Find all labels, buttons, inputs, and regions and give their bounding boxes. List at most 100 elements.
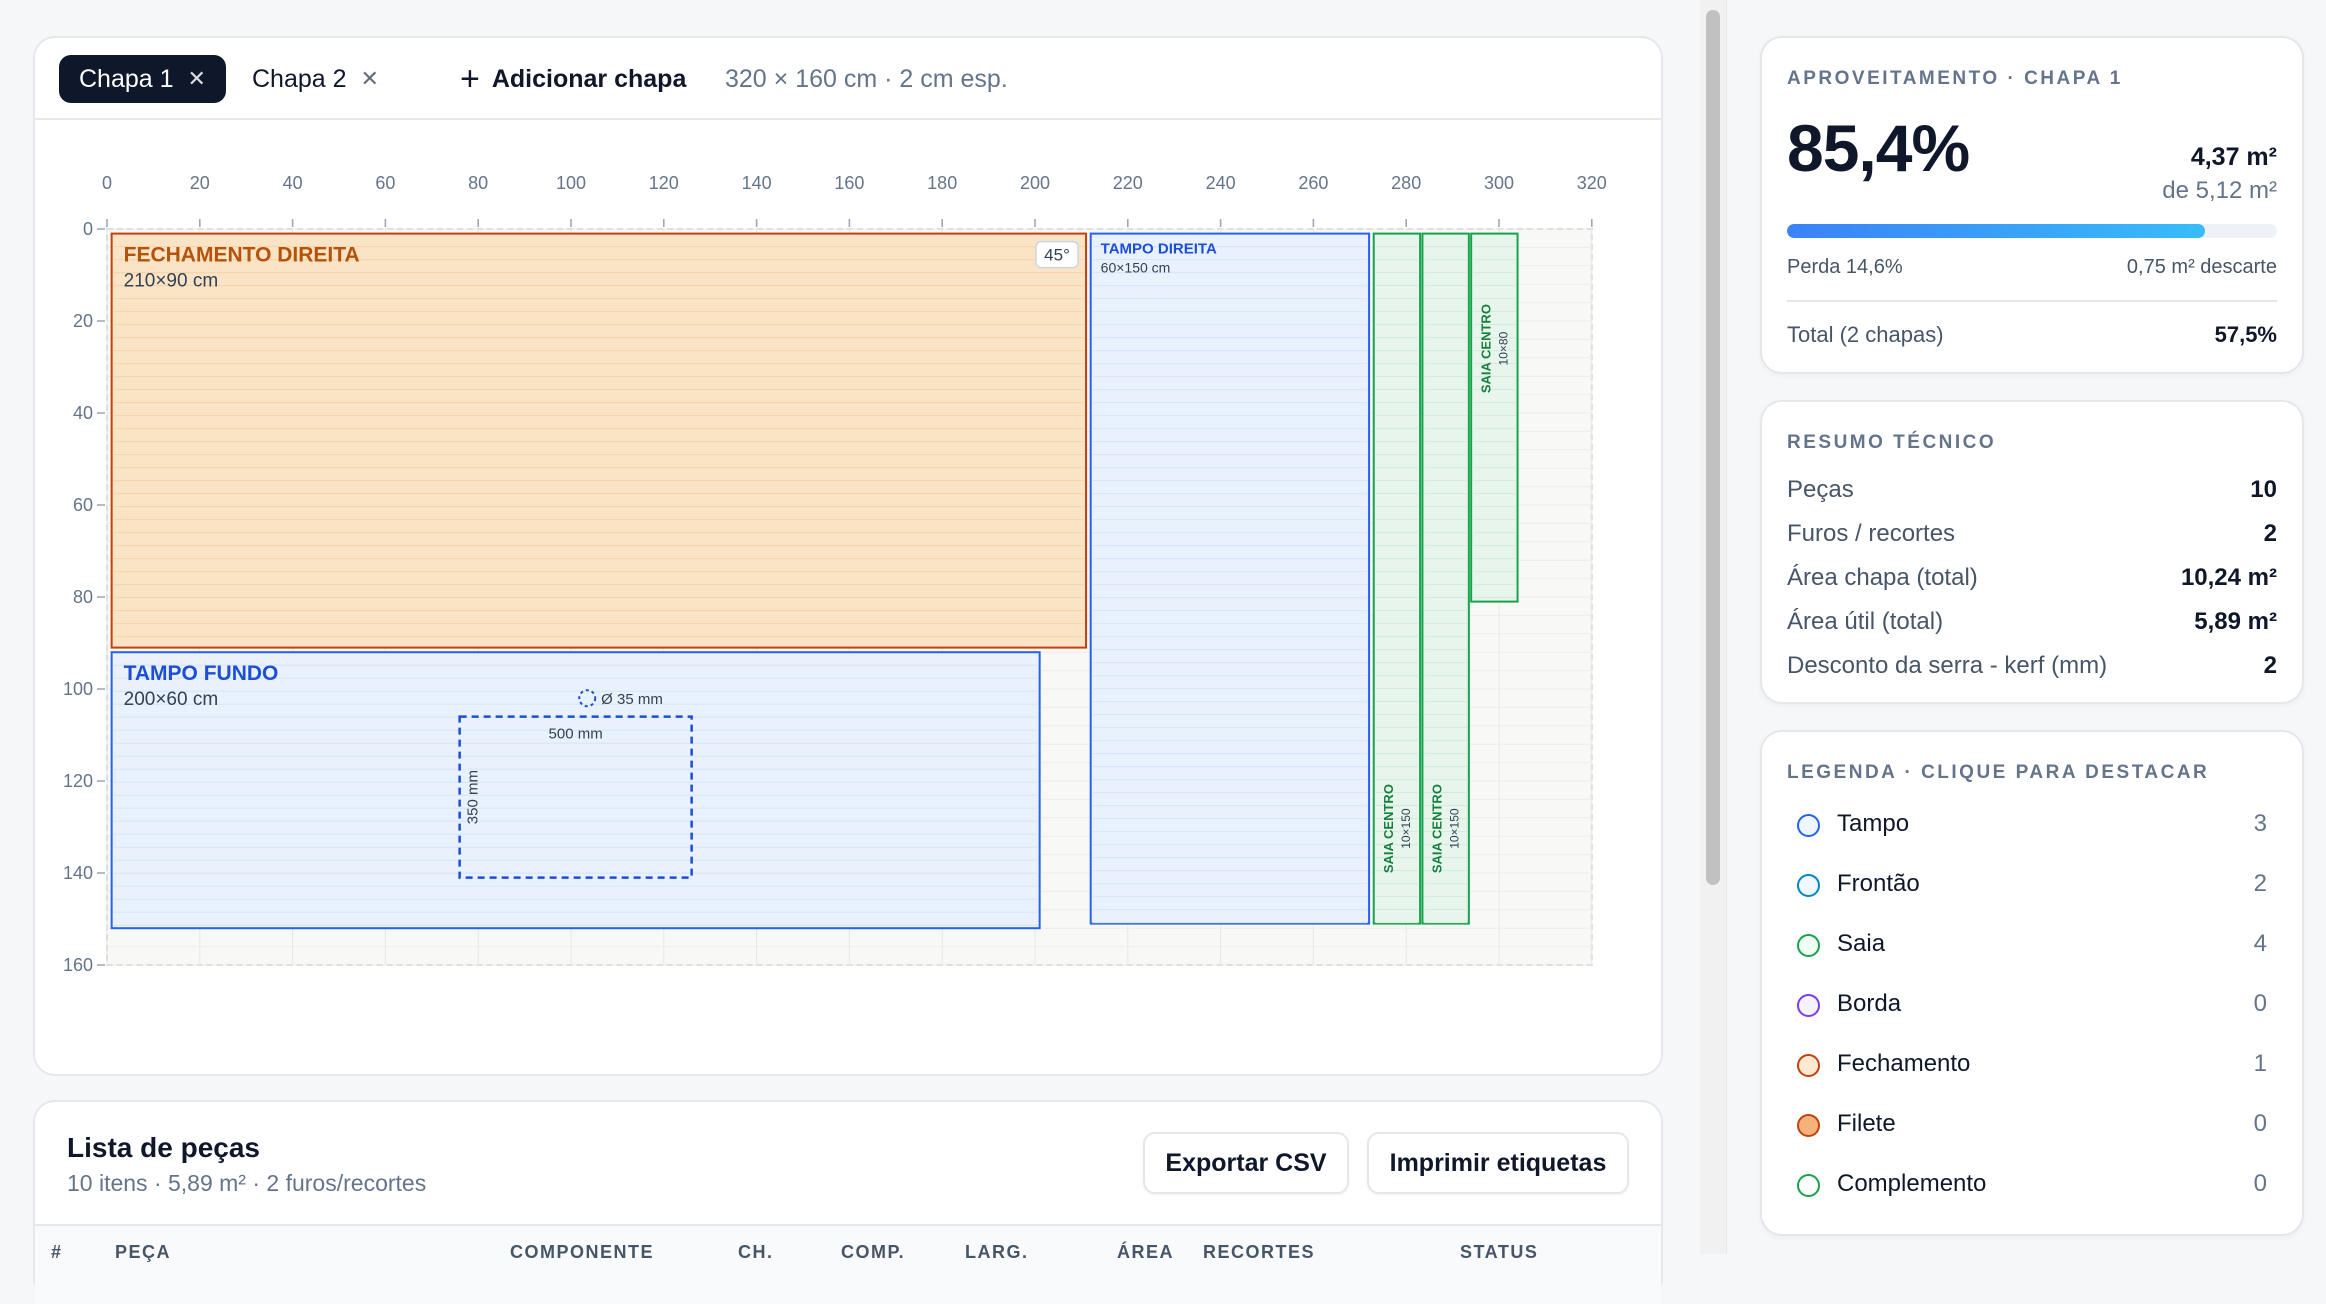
- summary-row: Área chapa (total) 10,24 m²: [1787, 564, 2277, 604]
- export-csv-button[interactable]: Exportar CSV: [1143, 1132, 1349, 1194]
- piece-name: TAMPO FUNDO: [124, 662, 279, 685]
- legend-item-frontão[interactable]: Frontão 2: [1797, 870, 2267, 910]
- usage-percent: 85,4%: [1787, 111, 1970, 185]
- summary-value: 2: [2263, 652, 2277, 679]
- legend-label: Saia: [1837, 930, 1886, 957]
- legend-item-fechamento[interactable]: Fechamento 1: [1797, 1050, 2267, 1090]
- summary-panel: RESUMO TÉCNICO Peças 10 Furos / recortes 2…: [1760, 400, 2304, 704]
- summary-label: Área chapa (total): [1787, 564, 1978, 591]
- y-tick-label: 140: [63, 863, 93, 883]
- piece-name: SAIA CENTRO: [1430, 784, 1445, 873]
- col-header[interactable]: CH.: [738, 1242, 774, 1263]
- col-header[interactable]: LARG.: [965, 1242, 1029, 1263]
- print-labels-button[interactable]: Imprimir etiquetas: [1367, 1132, 1629, 1194]
- y-tick-label: 60: [73, 495, 93, 515]
- piece-name: TAMPO DIREITA: [1101, 241, 1217, 258]
- legend-label: Borda: [1837, 990, 1902, 1017]
- col-header[interactable]: #: [51, 1242, 63, 1263]
- legend-count: 0: [2253, 1110, 2267, 1137]
- legend-item-borda[interactable]: Borda 0: [1797, 990, 2267, 1030]
- loss-text: Perda 14,6%: [1787, 256, 1903, 278]
- legend-item-filete[interactable]: Filete 0: [1797, 1110, 2267, 1150]
- x-tick-label: 40: [283, 173, 303, 193]
- x-tick-label: 180: [927, 173, 957, 193]
- col-header[interactable]: COMP.: [841, 1242, 905, 1263]
- summary-row: Desconto da serra - kerf (mm) 2: [1787, 652, 2277, 692]
- y-tick-label: 20: [73, 311, 93, 331]
- legend-count: 4: [2253, 930, 2267, 957]
- col-header[interactable]: ÁREA: [1117, 1242, 1174, 1263]
- tab-chapa-2[interactable]: Chapa 2 ✕: [232, 55, 399, 103]
- tab-label: Chapa 2: [252, 64, 347, 93]
- close-icon[interactable]: ✕: [188, 66, 206, 92]
- legend-count: 2: [2253, 870, 2267, 897]
- parts-list-card: Lista de peças 10 itens · 5,89 m² · 2 fu…: [33, 1100, 1663, 1304]
- area-total: de 5,12 m²: [2162, 177, 2277, 204]
- col-header[interactable]: PEÇA: [115, 1242, 171, 1263]
- legend-swatch: [1797, 934, 1820, 957]
- x-tick-label: 160: [834, 173, 864, 193]
- col-header[interactable]: STATUS: [1460, 1242, 1538, 1263]
- cutout-width-label: 500 mm: [549, 726, 603, 743]
- piece-5[interactable]: [1470, 232, 1519, 603]
- summary-row: Peças 10: [1787, 476, 2277, 516]
- summary-row: Furos / recortes 2: [1787, 520, 2277, 560]
- cutout-height-label: 350 mm: [465, 770, 482, 824]
- legend-count: 3: [2253, 810, 2267, 837]
- col-header[interactable]: COMPONENTE: [510, 1242, 654, 1263]
- x-tick-label: 60: [375, 173, 395, 193]
- piece-dims: 10×150: [1399, 808, 1413, 849]
- add-sheet-label: Adicionar chapa: [491, 64, 687, 93]
- y-tick-label: 100: [63, 679, 93, 699]
- legend-label: Fechamento: [1837, 1050, 1971, 1077]
- angle-badge-text: 45°: [1044, 246, 1070, 265]
- close-icon[interactable]: ✕: [361, 66, 379, 92]
- y-tick-label: 120: [63, 771, 93, 791]
- legend-swatch: [1797, 1114, 1820, 1137]
- x-tick-label: 20: [190, 173, 210, 193]
- summary-value: 10: [2250, 476, 2277, 503]
- piece-dims: 10×80: [1496, 331, 1510, 365]
- summary-value: 10,24 m²: [2180, 564, 2277, 591]
- x-tick-label: 240: [1206, 173, 1236, 193]
- sheet-meta: 320 × 160 cm · 2 cm esp.: [725, 65, 1008, 93]
- parts-list-subtitle: 10 itens · 5,89 m² · 2 furos/recortes: [67, 1170, 427, 1196]
- total-label: Total (2 chapas): [1787, 322, 1944, 347]
- legend-swatch: [1797, 814, 1820, 837]
- x-tick-label: 80: [468, 173, 488, 193]
- divider: [1787, 300, 2277, 302]
- legend-swatch: [1797, 1054, 1820, 1077]
- piece-0[interactable]: [110, 232, 1088, 649]
- piece-name: FECHAMENTO DIREITA: [124, 244, 360, 267]
- scrollbar[interactable]: [1700, 0, 1726, 1254]
- cutting-board[interactable]: 0 20 40 60 80 100 120 140 160 180 200 220 240 260 280 3…: [35, 122, 1661, 1002]
- piece-1[interactable]: [110, 651, 1041, 930]
- parts-list-title: Lista de peças: [67, 1132, 260, 1163]
- x-tick-label: 280: [1391, 173, 1421, 193]
- summary-row: Área útil (total) 5,89 m²: [1787, 608, 2277, 648]
- piece-dims: 10×150: [1448, 808, 1462, 849]
- x-tick-label: 120: [649, 173, 679, 193]
- usage-bar: [1787, 224, 2277, 238]
- legend-swatch: [1797, 994, 1820, 1017]
- col-header[interactable]: RECORTES: [1203, 1242, 1315, 1263]
- legend-item-tampo[interactable]: Tampo 3: [1797, 810, 2267, 850]
- x-tick-label: 320: [1577, 173, 1607, 193]
- discard-text: 0,75 m² descarte: [2126, 256, 2277, 278]
- x-tick-label: 220: [1113, 173, 1143, 193]
- legend-item-saia[interactable]: Saia 4: [1797, 930, 2267, 970]
- parts-table-header: # PEÇA COMPONENTE CH. COMP. LARG. ÁREA R…: [35, 1224, 1661, 1304]
- legend-panel: LEGENDA · CLIQUE PARA DESTACAR Tampo 3 Fro…: [1760, 730, 2304, 1236]
- scrollbar-thumb[interactable]: [1706, 10, 1720, 885]
- legend-count: 1: [2253, 1050, 2267, 1077]
- piece-dims: 210×90 cm: [124, 271, 219, 292]
- legend-item-complemento[interactable]: Complemento 0: [1797, 1170, 2267, 1210]
- legend-label: Frontão: [1837, 870, 1920, 897]
- summary-label: Peças: [1787, 476, 1854, 503]
- area-used: 4,37 m²: [2190, 143, 2277, 171]
- summary-label: Furos / recortes: [1787, 520, 1956, 547]
- tab-chapa-1[interactable]: Chapa 1 ✕: [59, 55, 226, 103]
- summary-label: Área útil (total): [1787, 608, 1944, 635]
- summary-value: 5,89 m²: [2194, 608, 2277, 635]
- add-sheet-button[interactable]: + Adicionar chapa: [440, 55, 706, 103]
